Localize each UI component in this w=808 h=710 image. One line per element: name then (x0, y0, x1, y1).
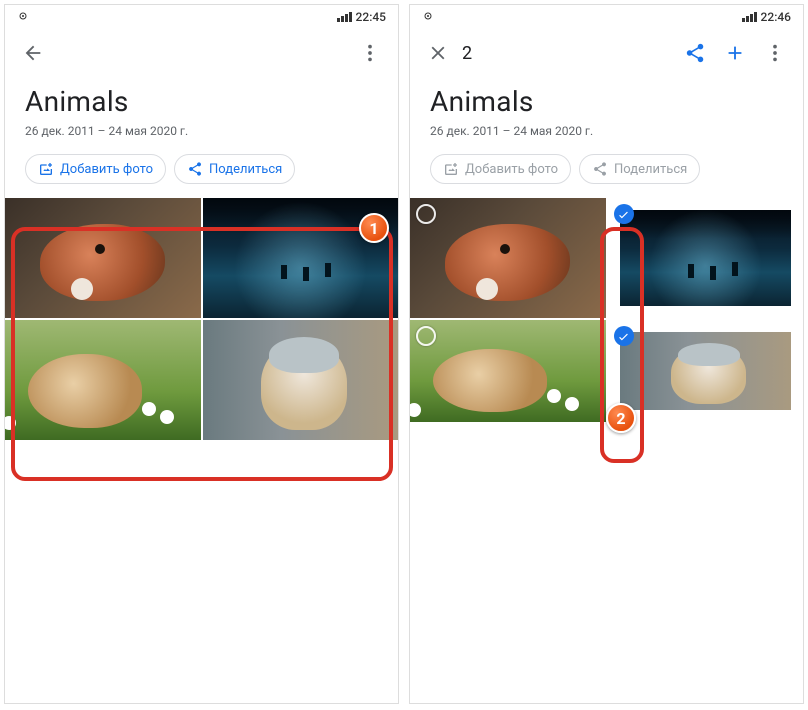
status-location-icon (17, 10, 29, 25)
album-header: Animals 26 дек. 2011 – 24 мая 2020 г. (410, 77, 803, 150)
selection-check-icon (614, 326, 634, 346)
more-button[interactable] (755, 33, 795, 73)
add-photo-chip[interactable]: Добавить фото (25, 154, 166, 184)
close-selection-button[interactable] (418, 33, 458, 73)
app-bar (5, 29, 398, 77)
selection-ring-icon (416, 326, 436, 346)
add-photo-icon (38, 161, 54, 177)
signal-icon (742, 12, 757, 22)
photo-thumb[interactable] (5, 320, 201, 440)
photo-deer (620, 210, 792, 306)
album-title: Animals (430, 85, 783, 118)
photo-thumb[interactable] (203, 320, 399, 440)
selection-count: 2 (462, 43, 472, 64)
selection-check-icon (614, 204, 634, 224)
share-icon (592, 161, 608, 177)
more-vert-icon (764, 42, 786, 64)
add-photo-chip: Добавить фото (430, 154, 571, 184)
photo-thumb[interactable] (5, 198, 201, 318)
status-time: 22:46 (761, 10, 791, 24)
photo-guinea (410, 320, 606, 422)
add-button[interactable] (715, 33, 755, 73)
phone-right: 22:46 2 Animals 26 дек. 2011 – 24 мая 20… (409, 4, 804, 704)
chip-row: Добавить фото Поделиться (410, 150, 803, 198)
photo-thumb[interactable] (203, 198, 399, 318)
chip-label: Поделиться (614, 162, 687, 177)
chip-label: Поделиться (209, 162, 282, 177)
back-button[interactable] (13, 33, 53, 73)
phone-left: 22:45 Animals 26 дек. 2011 – 24 мая 2020… (4, 4, 399, 704)
share-button[interactable] (675, 33, 715, 73)
more-vert-icon (359, 42, 381, 64)
status-bar: 22:46 (410, 5, 803, 29)
photo-dog (620, 332, 792, 410)
chip-label: Добавить фото (465, 162, 558, 177)
more-button[interactable] (350, 33, 390, 73)
selection-ring-icon (416, 204, 436, 224)
selection-app-bar: 2 (410, 29, 803, 77)
share-icon (684, 42, 706, 64)
photo-dog (203, 320, 399, 440)
photo-deer (203, 198, 399, 318)
photo-thumb[interactable] (410, 198, 606, 318)
photo-redpanda (410, 198, 606, 318)
photo-thumb[interactable] (410, 320, 606, 422)
photo-thumb[interactable] (608, 320, 804, 422)
album-dates: 26 дек. 2011 – 24 мая 2020 г. (430, 124, 783, 138)
share-chip: Поделиться (579, 154, 700, 184)
add-photo-icon (443, 161, 459, 177)
back-icon (22, 42, 44, 64)
album-title: Animals (25, 85, 378, 118)
share-chip[interactable]: Поделиться (174, 154, 295, 184)
close-icon (427, 42, 449, 64)
album-header: Animals 26 дек. 2011 – 24 мая 2020 г. (5, 77, 398, 150)
signal-icon (337, 12, 352, 22)
status-location-icon (422, 10, 434, 25)
status-bar: 22:45 (5, 5, 398, 29)
plus-icon (724, 42, 746, 64)
chip-row: Добавить фото Поделиться (5, 150, 398, 198)
photo-grid (5, 198, 398, 440)
photo-grid (410, 198, 803, 422)
share-icon (187, 161, 203, 177)
photo-guinea (5, 320, 201, 440)
photo-thumb[interactable] (608, 198, 804, 318)
album-dates: 26 дек. 2011 – 24 мая 2020 г. (25, 124, 378, 138)
chip-label: Добавить фото (60, 162, 153, 177)
photo-redpanda (5, 198, 201, 318)
status-time: 22:45 (356, 10, 386, 24)
